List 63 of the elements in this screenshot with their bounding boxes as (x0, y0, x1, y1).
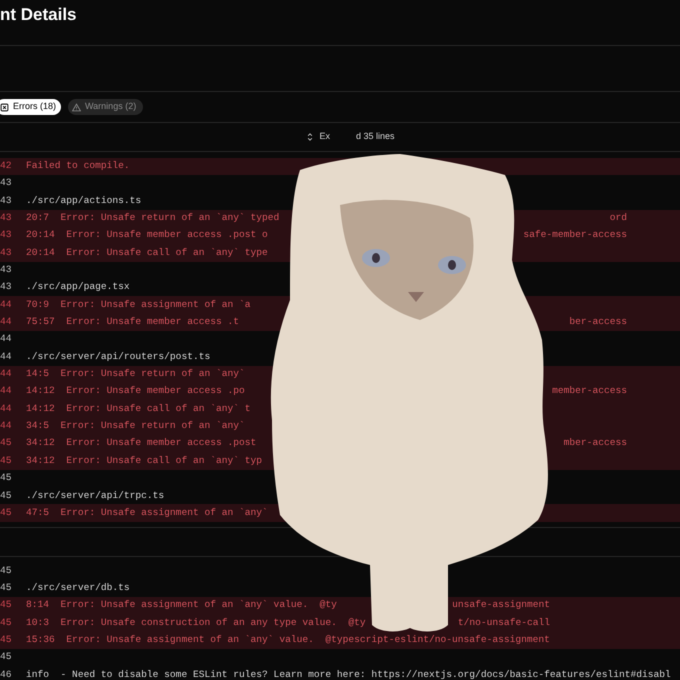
line-number: 45 (0, 650, 13, 664)
line-number: 44 (0, 367, 13, 382)
line-number: 43 (0, 211, 13, 225)
log-text: info - Need to disable some ESLint rules? Learn more here: https://nextjs.org/docs/basic-features/eslint#disabl (26, 668, 671, 680)
line-number: 45 (0, 488, 13, 502)
line-number: 45 (0, 436, 13, 450)
log-text: safe-member-access (523, 228, 627, 242)
line-number: 43 (0, 246, 13, 260)
log-text: unsafe-assignment (452, 598, 550, 612)
log-text: 10:3 Error: Unsafe construction of an any type value. @ty (26, 616, 366, 630)
log-text: 14:12 Error: Unsafe call of an `any` t (26, 402, 251, 416)
log-text: 34:12 Error: Unsafe member access .post (26, 436, 256, 450)
line-number: 45 (0, 598, 13, 612)
line-number: 44 (0, 350, 13, 364)
log-text: 15:36 Error: Unsafe assignment of an `any` value. @typescript-eslint/no-unsafe-assignment (26, 633, 550, 648)
line-number: 43 (0, 228, 13, 242)
errors-tab[interactable]: Errors (18) (0, 99, 62, 115)
log-text: ./src/app/actions.ts (26, 194, 142, 208)
log-text: ./src/server/api/trpc.ts (26, 488, 164, 502)
warnings-tab[interactable]: Warnings (2) (68, 99, 144, 115)
line-number: 44 (0, 298, 13, 312)
line-number: 44 (0, 384, 13, 398)
page-title: nt Details (0, 4, 77, 26)
log-text: Failed to compile. (26, 158, 130, 173)
log-text: 8:14 Error: Unsafe assignment of an `any` value. @ty (26, 598, 337, 612)
line-number: 44 (0, 332, 13, 346)
line-number: 43 (0, 263, 13, 278)
log-text: 20:14 Error: Unsafe member access .post o (26, 228, 268, 242)
line-number: 42 (0, 158, 13, 173)
log-text: mber-access (564, 436, 627, 450)
log-text: member-access (552, 384, 627, 398)
log-text: ./src/app/page.tsx (26, 280, 130, 294)
log-text: 70:9 Error: Unsafe assignment of an `a (26, 298, 251, 312)
log-text: ./src/server/db.ts (26, 581, 130, 596)
log-text: 75:57 Error: Unsafe member access .t (26, 315, 240, 330)
expand-lines-button[interactable]: Ex d 35 lines (305, 130, 395, 144)
line-number: 46 (0, 668, 13, 680)
line-number: 43 (0, 194, 13, 208)
log-text: ./src/server/api/routers/post.ts (26, 350, 210, 364)
line-number: 45 (0, 616, 13, 630)
log-text: 34:5 Error: Unsafe return of an `any` (26, 419, 245, 434)
line-number: 44 (0, 315, 13, 330)
log-text: ord (610, 211, 627, 225)
line-number: 43 (0, 176, 13, 190)
log-text: 47:5 Error: Unsafe assignment of an `any` (26, 506, 268, 520)
log-text: 14:5 Error: Unsafe return of an `any` (26, 367, 245, 382)
log-text: 20:14 Error: Unsafe call of an `any` type (26, 246, 268, 260)
line-number: 45 (0, 471, 13, 486)
line-number: 45 (0, 506, 13, 520)
line-number: 45 (0, 454, 13, 468)
line-number: 44 (0, 402, 13, 416)
log-text: t/no-unsafe-call (458, 616, 550, 630)
log-text: 14:12 Error: Unsafe member access .po (26, 384, 245, 398)
line-number: 45 (0, 633, 13, 648)
line-number: 43 (0, 280, 13, 294)
log-text: ber-access (569, 315, 627, 330)
log-text: 34:12 Error: Unsafe call of an `any` typ (26, 454, 262, 468)
log-text: 20:7 Error: Unsafe return of an `any` typed (26, 211, 280, 225)
line-number: 45 (0, 564, 13, 578)
line-number: 44 (0, 419, 13, 434)
warning-icon (72, 102, 82, 112)
line-number: 45 (0, 581, 13, 596)
error-icon (0, 102, 9, 112)
